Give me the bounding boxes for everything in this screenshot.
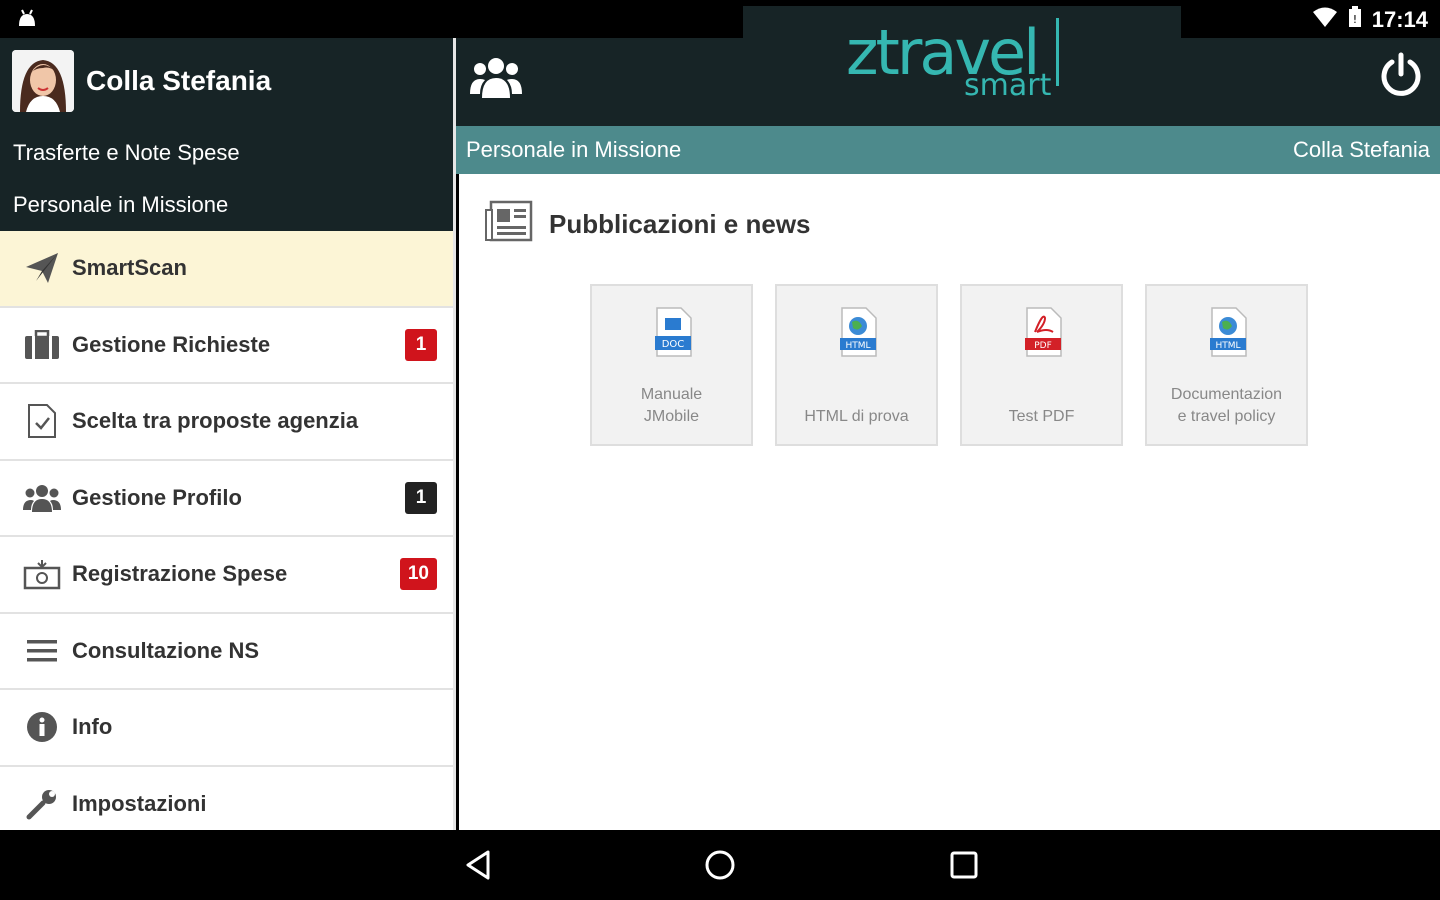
file-type-label: DOC xyxy=(662,339,685,350)
money-icon xyxy=(22,554,62,594)
context-bar: Personale in Missione Colla Stefania xyxy=(456,126,1440,174)
tile-label-line: Manuale xyxy=(640,386,703,403)
user-name: Colla Stefania xyxy=(86,65,272,96)
menu-item-label: Gestione Richieste xyxy=(72,331,271,357)
publication-tile-documentazione[interactable]: HTML Documentazion e travel policy xyxy=(1145,284,1308,446)
menu-item-label: Consultazione NS xyxy=(72,637,260,663)
menu-item-smartscan[interactable]: SmartScan xyxy=(0,231,453,308)
file-type-label: HTML xyxy=(1215,341,1240,351)
count-badge: 1 xyxy=(405,481,437,514)
user-profile[interactable]: Colla Stefania xyxy=(12,50,271,112)
tile-label: Manuale JMobile xyxy=(596,384,747,428)
power-icon[interactable] xyxy=(1378,52,1424,103)
wifi-icon xyxy=(1312,6,1338,33)
role-title: Personale in Missione xyxy=(13,192,229,217)
system-navigation-bar xyxy=(0,830,1440,900)
ztravel-smart-logo: ztravel smart xyxy=(846,16,1066,116)
menu-item-gestione-richieste[interactable]: Gestione Richieste 1 xyxy=(0,307,453,384)
group-icon[interactable] xyxy=(470,52,522,107)
menu-item-label: SmartScan xyxy=(72,255,187,281)
menu-item-consultazione-ns[interactable]: Consultazione NS xyxy=(0,613,453,690)
tile-label-line: Documentazion xyxy=(1170,386,1283,403)
publication-tile-manuale[interactable]: DOC Manuale JMobile xyxy=(590,284,753,446)
battery-icon: ! xyxy=(1348,6,1362,33)
drawer-menu: SmartScan Gestione Richieste 1 Scelta tr… xyxy=(0,231,453,830)
avatar xyxy=(12,50,74,112)
context-user: Colla Stefania xyxy=(1293,137,1430,162)
svg-text:!: ! xyxy=(1353,13,1357,26)
menu-item-label: Gestione Profilo xyxy=(72,484,242,510)
users-icon xyxy=(22,478,62,518)
info-icon xyxy=(22,707,62,747)
tile-label-line: e travel policy xyxy=(1177,408,1276,425)
logo-bar xyxy=(1056,18,1059,86)
status-time: 17:14 xyxy=(1371,6,1428,32)
file-type-label: HTML xyxy=(845,341,870,351)
wrench-icon xyxy=(22,784,62,824)
count-badge: 1 xyxy=(405,328,437,361)
navigation-drawer: Colla Stefania Trasferte e Note Spese Pe… xyxy=(0,38,456,830)
menu-item-scelta-proposte[interactable]: Scelta tra proposte agenzia xyxy=(0,384,453,461)
home-icon[interactable] xyxy=(703,848,737,887)
publications-grid: DOC Manuale JMobile HTML HTML di prova P… xyxy=(590,284,1308,446)
recents-icon[interactable] xyxy=(948,848,980,887)
list-icon xyxy=(22,631,62,671)
menu-item-registrazione-spese[interactable]: Registrazione Spese 10 xyxy=(0,537,453,614)
context-role: Personale in Missione xyxy=(466,137,682,162)
menu-item-info[interactable]: Info xyxy=(0,690,453,767)
publication-tile-html[interactable]: HTML HTML di prova xyxy=(775,284,938,446)
menu-item-gestione-profilo[interactable]: Gestione Profilo 1 xyxy=(0,460,453,537)
drawer-header: Colla Stefania Trasferte e Note Spese Pe… xyxy=(0,38,453,231)
menu-item-label: Impostazioni xyxy=(72,790,207,816)
tile-label: Test PDF xyxy=(1008,408,1075,425)
tile-label: HTML di prova xyxy=(804,408,909,425)
publication-tile-pdf[interactable]: PDF Test PDF xyxy=(960,284,1123,446)
menu-item-label: Scelta tra proposte agenzia xyxy=(72,408,359,434)
briefcase-icon xyxy=(22,325,62,365)
tile-label: Documentazion e travel policy xyxy=(1151,384,1302,428)
html-file-icon: HTML xyxy=(1208,306,1248,360)
file-type-label: PDF xyxy=(1034,341,1052,351)
html-file-icon: HTML xyxy=(838,306,878,360)
section-title: Pubblicazioni e news xyxy=(549,209,811,239)
count-badge: 10 xyxy=(399,558,437,591)
paper-plane-icon xyxy=(22,248,62,288)
newspaper-icon xyxy=(485,200,533,249)
menu-item-label: Registrazione Spese xyxy=(72,561,288,587)
main-content: Pubblicazioni e news DOC Manuale JMobile… xyxy=(459,174,1440,830)
status-bar: ! 17:14 xyxy=(0,0,1440,38)
menu-item-label: Info xyxy=(72,714,113,740)
doc-file-icon: DOC xyxy=(653,306,693,360)
document-check-icon xyxy=(22,401,62,441)
section-header: Pubblicazioni e news xyxy=(485,200,811,249)
android-notification-icon xyxy=(16,8,38,33)
pdf-file-icon: PDF xyxy=(1023,306,1063,360)
tile-label-line: JMobile xyxy=(643,408,700,425)
app-section-title: Trasferte e Note Spese xyxy=(13,140,240,165)
menu-item-impostazioni[interactable]: Impostazioni xyxy=(0,766,453,830)
logo-sub-text: smart xyxy=(964,68,1052,103)
app-bar: ztravel smart xyxy=(456,16,1440,126)
back-icon[interactable] xyxy=(462,848,494,887)
